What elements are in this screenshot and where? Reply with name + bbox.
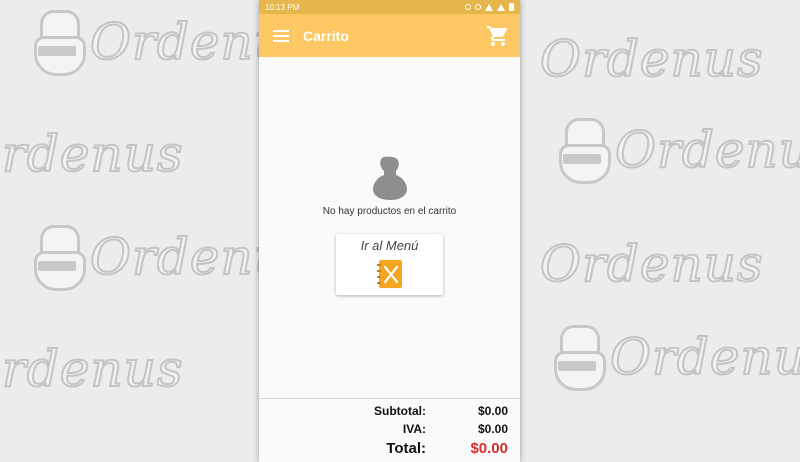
total-label: Total: bbox=[386, 440, 426, 457]
watermark-tile: Ordenus bbox=[539, 29, 764, 89]
signal-icon bbox=[497, 3, 505, 11]
watermark-tile: Ordenus bbox=[0, 339, 184, 399]
status-icons bbox=[465, 3, 514, 11]
app-bar: Carrito bbox=[259, 14, 520, 57]
watermark-tile: Ordenus bbox=[550, 325, 800, 391]
chef-icon bbox=[373, 156, 407, 200]
watermark-tile: Ordenus bbox=[0, 124, 184, 184]
chef-logo-icon bbox=[550, 325, 606, 391]
status-time: 10:13 PM bbox=[265, 2, 300, 12]
sync-icon bbox=[475, 4, 481, 10]
watermark-text: Ordenus bbox=[539, 234, 764, 294]
watermark-text: Ordenus bbox=[0, 124, 184, 184]
go-to-menu-label: Ir al Menú bbox=[360, 238, 419, 253]
watermark-text: Ordenus bbox=[539, 29, 764, 89]
subtotal-label: Subtotal: bbox=[374, 404, 426, 418]
totals-panel: Subtotal: $0.00 IVA: $0.00 Total: $0.00 bbox=[259, 398, 520, 462]
battery-icon bbox=[509, 3, 514, 11]
chef-logo-icon bbox=[30, 225, 86, 291]
watermark-text: Ordenus bbox=[609, 327, 800, 387]
watermark-tile: Ordenus bbox=[555, 118, 800, 184]
wifi-icon bbox=[485, 3, 493, 11]
watermark-text: Ordenus bbox=[0, 339, 184, 399]
total-value: $0.00 bbox=[470, 440, 508, 457]
menu-icon[interactable] bbox=[273, 29, 289, 42]
empty-cart-message: No hay productos en el carrito bbox=[322, 206, 457, 217]
alarm-icon bbox=[465, 4, 471, 10]
chef-logo-icon bbox=[30, 10, 86, 76]
phone-screen: 10:13 PM Carrito No hay productos en el … bbox=[259, 0, 520, 462]
page-title: Carrito bbox=[303, 27, 349, 44]
watermark-tile: Ordenus bbox=[539, 234, 764, 294]
cart-icon[interactable] bbox=[486, 24, 510, 48]
menu-book-icon bbox=[377, 260, 402, 288]
subtotal-value: $0.00 bbox=[477, 404, 508, 418]
iva-value: $0.00 bbox=[477, 422, 508, 436]
watermark-text: Ordenus bbox=[614, 120, 800, 180]
go-to-menu-button[interactable]: Ir al Menú bbox=[336, 234, 443, 295]
chef-logo-icon bbox=[555, 118, 611, 184]
status-bar: 10:13 PM bbox=[259, 0, 520, 14]
iva-label: IVA: bbox=[402, 422, 426, 436]
cart-content: No hay productos en el carrito Ir al Men… bbox=[259, 57, 520, 398]
